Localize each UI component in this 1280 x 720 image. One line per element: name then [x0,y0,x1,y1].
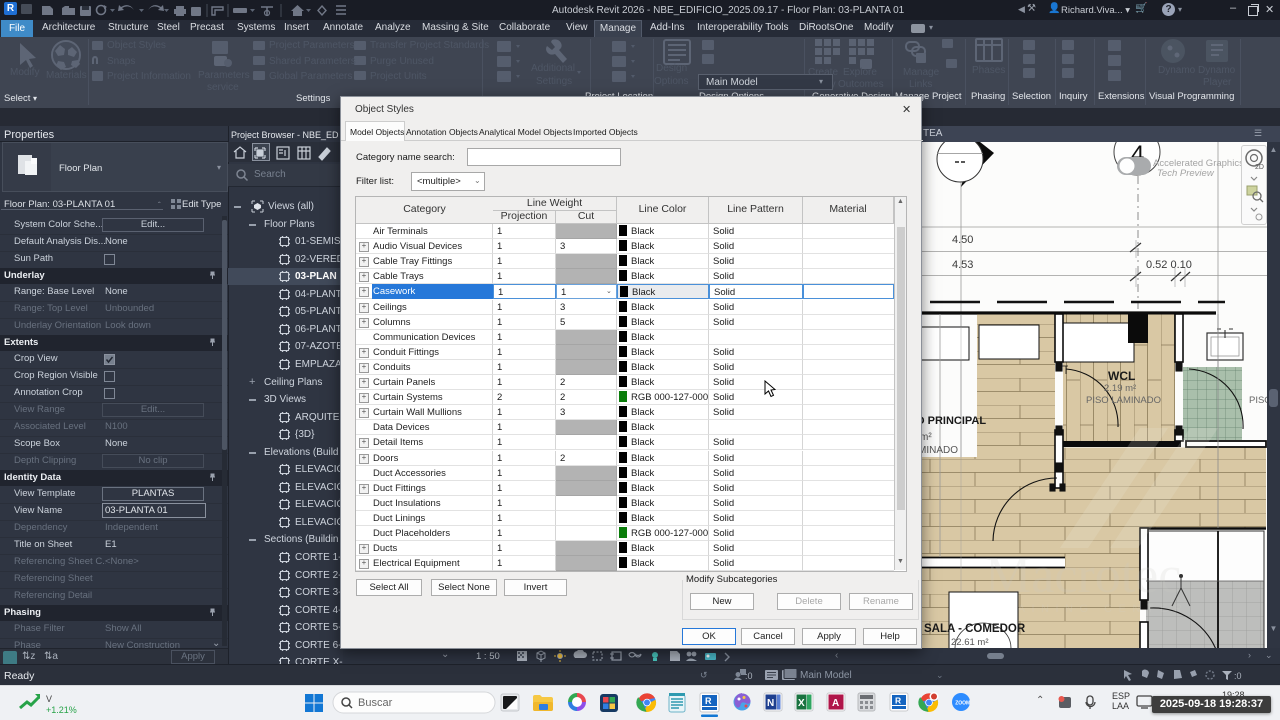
svg-text:4.50: 4.50 [952,234,973,246]
svg-text:MINADO: MINADO [918,445,958,456]
svg-text:PISO LAMINADO: PISO LAMINADO [1086,395,1161,406]
svg-text::0: :0 [1234,671,1242,681]
svg-text:N: N [767,698,774,709]
svg-text:WCL: WCL [1108,369,1135,383]
svg-text:R: R [895,696,901,706]
svg-text:SALA - COMEDOR: SALA - COMEDOR [924,623,1026,635]
svg-text:2.19 m²: 2.19 m² [1104,383,1136,394]
svg-text:PISO: PISO [1249,395,1267,406]
svg-text::0: :0 [745,671,753,681]
svg-text:+1.21%: +1.21% [46,705,77,715]
svg-text:R: R [705,696,712,706]
svg-text:22.61 m²: 22.61 m² [951,637,989,648]
svg-text:Buscar: Buscar [358,697,393,709]
svg-text:4.53: 4.53 [952,259,973,271]
svg-text:Tech Preview: Tech Preview [1157,168,1215,179]
svg-text:2D: 2D [1255,164,1264,171]
svg-text:TRAINING CENTER: TRAINING CENTER [990,603,1188,615]
svg-text:O PRINCIPAL: O PRINCIPAL [916,415,986,427]
svg-text:X: X [798,698,805,709]
svg-text:V: V [46,694,52,704]
svg-text:A: A [832,698,839,709]
svg-text:ZOOM: ZOOM [955,701,970,707]
